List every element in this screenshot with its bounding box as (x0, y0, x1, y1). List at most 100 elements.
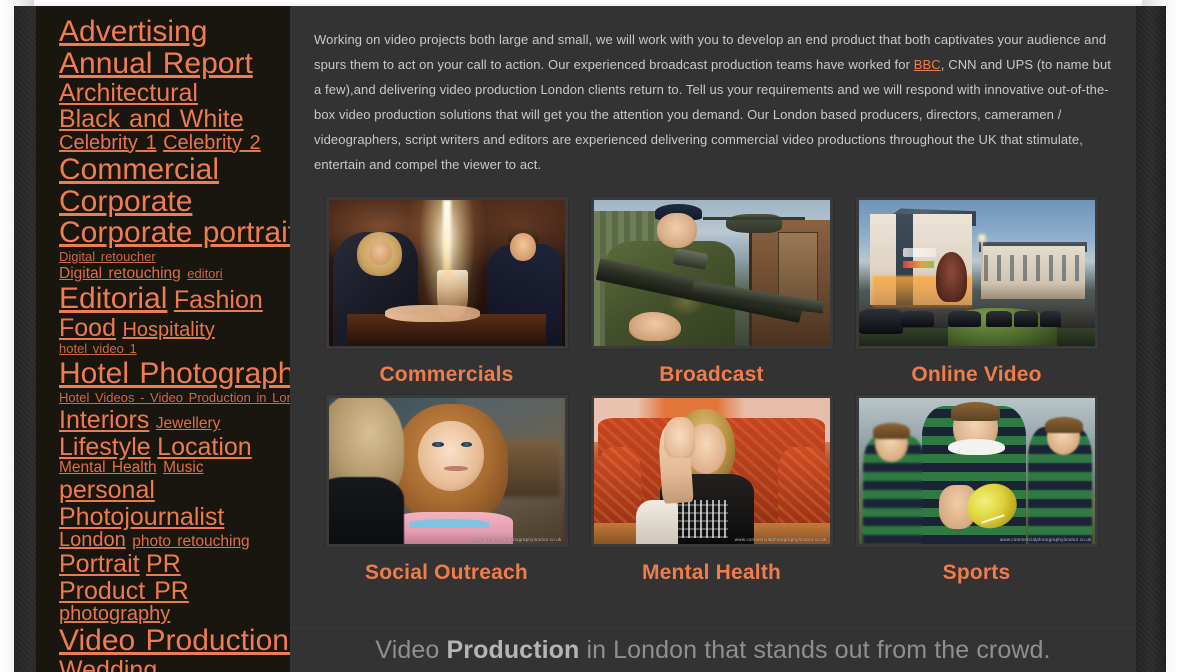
category-cell[interactable]: www.commercialphotographylondon.co.uk Spo… (844, 394, 1109, 585)
tag-link[interactable]: Location (157, 433, 252, 461)
category-cell[interactable]: Commercials (314, 196, 579, 387)
main-content: Working on video projects both large and… (290, 6, 1136, 672)
photo-detail (510, 233, 537, 262)
tagline-pre: Video (375, 636, 447, 664)
category-cell[interactable]: Online Video (844, 196, 1109, 387)
photo-watermark: www.commercialphotographylondon.co.uk (734, 536, 827, 542)
tag-link[interactable]: Mental Health (59, 459, 157, 476)
bbc-link[interactable]: BBC (914, 57, 941, 72)
tag-link[interactable]: Fashion (174, 286, 263, 314)
tag-link[interactable]: Advertising (59, 15, 207, 48)
tag-link[interactable]: editori (187, 266, 222, 281)
photo-detail (950, 402, 1001, 422)
thumbnail-frame[interactable]: www.commercialphotographylondon.co.uk (590, 394, 833, 547)
tag-link[interactable]: Lifestyle (59, 433, 151, 461)
photo-detail (385, 304, 480, 323)
thumbnail-frame[interactable] (325, 196, 568, 349)
tag-link[interactable]: Photojournalist (59, 503, 224, 531)
tag-link[interactable]: Editorial (59, 282, 167, 315)
thumbnail-frame[interactable] (855, 196, 1098, 349)
photo-detail (872, 422, 911, 439)
tag-cloud[interactable]: Advertising Annual Report Architectural … (59, 15, 290, 672)
soldier-with-rifle-photo[interactable] (593, 199, 830, 346)
photo-detail (948, 310, 982, 327)
category-caption[interactable]: Commercials (379, 363, 513, 387)
tag-link[interactable]: Corporate portrait (59, 216, 290, 249)
photo-detail (777, 447, 830, 533)
photo-detail (1014, 310, 1038, 327)
category-cell[interactable]: www.commercialphotographylondon.co.uk Men… (579, 394, 844, 585)
sidebar: Advertising Annual Report Architectural … (36, 6, 290, 672)
tag-link[interactable]: Annual Report (59, 47, 253, 80)
photo-detail (418, 421, 485, 492)
photo-detail (408, 518, 489, 528)
tag-link[interactable]: Hospitality (122, 319, 214, 341)
bar-couple-sparkler-photo[interactable] (328, 199, 565, 346)
photo-watermark: www.commercialphotographylondon.co.uk (469, 536, 562, 542)
tag-link[interactable]: photo retouching (132, 533, 249, 550)
tag-link[interactable]: Commercial (59, 153, 219, 186)
browser-page: Advertising Annual Report Architectural … (0, 0, 1178, 672)
footer-bar: Video Production in London that stands o… (290, 628, 1136, 672)
tag-link[interactable]: Digital retouching (59, 265, 181, 282)
tag-link[interactable]: Product PR (59, 577, 189, 605)
category-caption[interactable]: Online Video (911, 363, 1041, 387)
tag-link[interactable]: London (59, 529, 126, 551)
intro-paragraph: Working on video projects both large and… (314, 28, 1114, 178)
photo-detail (593, 447, 641, 533)
photo-detail (983, 255, 1083, 282)
category-caption[interactable]: Broadcast (659, 363, 764, 387)
man-on-red-sofa-photo[interactable]: www.commercialphotographylondon.co.uk (593, 397, 830, 544)
hotel-exterior-dusk-photo[interactable] (858, 199, 1095, 346)
tag-link[interactable]: Corporate (59, 185, 192, 218)
category-grid: Commercials Broadcast Online Video www.comm… (314, 196, 1114, 585)
page-gutter-right (1136, 6, 1166, 672)
photo-detail (948, 438, 1005, 455)
site-body: Advertising Annual Report Architectural … (36, 6, 1136, 672)
photo-detail (635, 499, 679, 544)
tag-link[interactable]: Food (59, 314, 116, 342)
category-caption[interactable]: Mental Health (642, 561, 781, 585)
category-caption[interactable]: Social Outreach (365, 561, 528, 585)
intro-text-part2: , CNN and UPS (to name but a few),and de… (314, 56, 1112, 172)
tag-link[interactable]: Wedding (59, 656, 157, 672)
rugby-boys-photo[interactable]: www.commercialphotographylondon.co.uk (858, 397, 1095, 544)
tag-link[interactable]: Jewellery (156, 415, 221, 432)
tag-link[interactable]: hotel video 1 (59, 341, 137, 356)
tag-link[interactable]: Music (163, 459, 203, 476)
thumbnail-frame[interactable] (590, 196, 833, 349)
photo-detail (676, 499, 728, 538)
photo-detail (903, 261, 934, 269)
photo-detail (985, 310, 1012, 327)
photo-watermark: www.commercialphotographylondon.co.uk (999, 536, 1092, 542)
photo-detail (664, 416, 695, 458)
photo-detail (900, 310, 934, 327)
tag-link[interactable]: Hotel Photographer (59, 357, 290, 390)
tag-link[interactable]: PR (146, 550, 181, 578)
tag-link[interactable]: photography (59, 603, 170, 625)
tag-link[interactable]: Interiors (59, 406, 149, 434)
tag-link[interactable]: personal (59, 476, 155, 504)
tag-link[interactable]: Hotel Videos - Video Production in Londo… (59, 390, 290, 405)
photo-detail (903, 247, 937, 257)
category-cell[interactable]: www.commercialphotographylondon.co.uk Soc… (314, 394, 579, 585)
thumbnail-frame[interactable]: www.commercialphotographylondon.co.uk (855, 394, 1098, 547)
tag-link[interactable]: Video Production London (59, 624, 290, 657)
tagline-post: in London that stands out from the crowd… (579, 636, 1051, 664)
tag-link[interactable]: Celebrity 2 (163, 132, 261, 154)
photo-detail (936, 252, 968, 302)
tag-link[interactable]: Black and White (59, 105, 244, 133)
tag-link[interactable]: Architectural (59, 79, 198, 107)
photo-detail (328, 476, 405, 544)
photo-detail (444, 466, 468, 471)
thumbnail-frame[interactable]: www.commercialphotographylondon.co.uk (325, 394, 568, 547)
tag-link[interactable]: Digital retoucher (59, 249, 156, 264)
photo-detail (1044, 416, 1083, 433)
tag-link[interactable]: Portrait (59, 550, 140, 578)
two-girls-talking-photo[interactable]: www.commercialphotographylondon.co.uk (328, 397, 565, 544)
tag-link[interactable]: Celebrity 1 (59, 132, 157, 154)
photo-detail (1040, 310, 1062, 327)
category-caption[interactable]: Sports (943, 561, 1011, 585)
category-cell[interactable]: Broadcast (579, 196, 844, 387)
footer-tagline: Video Production in London that stands o… (375, 636, 1050, 665)
